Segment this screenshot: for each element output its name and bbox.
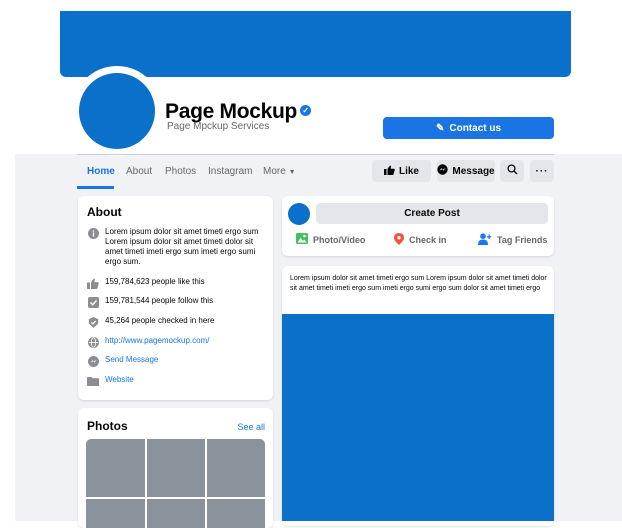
thumbs-up-icon [87, 277, 99, 289]
send-message-link[interactable]: Send Message [105, 355, 265, 365]
contact-us-button[interactable]: ✎ Contact us [383, 117, 554, 139]
tag-friends-label: Tag Friends [497, 235, 548, 245]
see-all-photos-link[interactable]: See all [237, 422, 265, 432]
follow-check-icon [87, 296, 99, 308]
checkins-row: 45,264 people checked in here [87, 316, 265, 328]
about-description: Lorem ipsum dolor sit amet timeti ergo s… [105, 227, 259, 266]
tab-home[interactable]: Home [87, 166, 115, 177]
about-card: About Lorem ipsum dolor sit amet timeti … [78, 196, 273, 400]
search-button[interactable] [500, 160, 524, 182]
photos-card: Photos See all [78, 408, 273, 528]
pencil-icon: ✎ [435, 122, 445, 134]
search-icon [506, 164, 518, 178]
photo-icon [296, 233, 308, 246]
like-button[interactable]: Like [372, 160, 431, 182]
info-icon [87, 227, 99, 239]
likes-count: 159,784,623 people like this [105, 277, 205, 286]
send-message-row: Send Message [87, 355, 265, 367]
tab-more[interactable]: More ▼ [263, 166, 296, 177]
thumbs-up-icon [383, 165, 395, 178]
tag-friends-icon [478, 233, 492, 247]
contact-us-label: Contact us [449, 122, 502, 134]
messenger-icon [87, 355, 99, 367]
checkin-badge-icon [87, 316, 99, 328]
verified-badge-icon: ✓ [300, 104, 312, 116]
website-url-link[interactable]: http://www.pagemockup.com/ [105, 336, 265, 346]
location-pin-icon [394, 233, 404, 247]
active-tab-indicator [77, 186, 114, 189]
website-row: Website [87, 375, 265, 387]
about-title: About [87, 205, 122, 219]
profile-avatar[interactable] [79, 73, 155, 149]
tag-friends-button[interactable]: Tag Friends [478, 233, 547, 247]
messenger-icon [437, 164, 449, 178]
create-post-card: Create Post Photo/Video Check in Tag Fri… [282, 196, 554, 256]
page-title-text: Page Mockup [165, 100, 298, 123]
website-link[interactable]: Website [105, 375, 265, 385]
photo-video-label: Photo/Video [313, 234, 366, 245]
photo-thumbnail[interactable] [86, 439, 145, 497]
page-subtitle: Page Mpckup Services [167, 121, 270, 132]
post-card: Lorem ipsum dolor sit amet timeti ergo s… [282, 266, 554, 526]
photo-thumbnail[interactable] [147, 499, 205, 528]
likes-row: 159,784,623 people like this [87, 277, 265, 289]
create-post-label: Create Post [404, 208, 460, 219]
caret-down-icon: ▼ [288, 169, 296, 176]
message-button[interactable]: Message [437, 160, 495, 182]
cover-photo[interactable] [60, 11, 571, 77]
website-url-row: http://www.pagemockup.com/ [87, 336, 265, 348]
post-text: Lorem ipsum dolor sit amet timeti ergo s… [290, 275, 547, 292]
photo-thumbnail[interactable] [147, 439, 205, 497]
like-label: Like [398, 165, 419, 177]
more-options-button[interactable]: ··· [530, 160, 554, 182]
tab-photos[interactable]: Photos [165, 166, 196, 177]
check-in-label: Check in [409, 235, 447, 245]
tab-instagram[interactable]: Instagram [208, 166, 252, 177]
check-in-button[interactable]: Check in [394, 233, 447, 247]
follows-count: 159,781,544 people follow this [105, 296, 214, 305]
photos-title: Photos [87, 419, 128, 433]
photo-thumbnail[interactable] [207, 439, 265, 497]
globe-icon [87, 336, 99, 348]
ellipsis-icon: ··· [535, 165, 549, 177]
folder-icon [87, 375, 99, 387]
post-image[interactable] [282, 314, 554, 521]
tab-more-label: More [263, 166, 286, 177]
follows-row: 159,781,544 people follow this [87, 296, 265, 308]
photo-thumbnail[interactable] [207, 499, 265, 528]
checkins-count: 45,264 people checked in here [105, 316, 215, 325]
photo-thumbnail[interactable] [86, 499, 145, 528]
photo-video-button[interactable]: Photo/Video [296, 233, 365, 246]
message-label: Message [452, 165, 495, 177]
create-post-avatar [288, 203, 310, 225]
about-description-row: Lorem ipsum dolor sit amet timeti ergo s… [87, 227, 265, 267]
tab-about[interactable]: About [126, 166, 152, 177]
create-post-button[interactable]: Create Post [316, 203, 548, 224]
